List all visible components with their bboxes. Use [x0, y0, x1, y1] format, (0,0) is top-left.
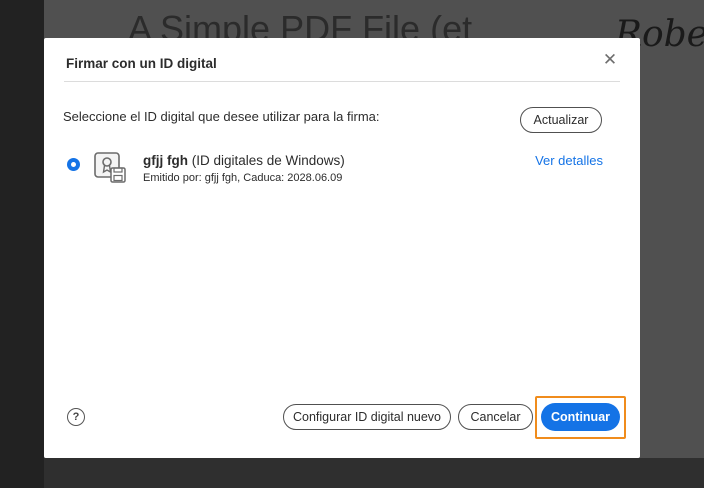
view-details-link[interactable]: Ver detalles	[535, 153, 603, 168]
dialog-header: Firmar con un ID digital ✕	[64, 38, 620, 82]
id-store: (ID digitales de Windows)	[191, 153, 345, 168]
select-id-prompt: Seleccione el ID digital que desee utili…	[63, 109, 380, 124]
digital-id-item[interactable]: gfjj fgh (ID digitales de Windows) Emiti…	[64, 152, 620, 192]
refresh-button[interactable]: Actualizar	[520, 107, 602, 133]
bottom-band	[44, 458, 704, 488]
configure-new-id-button[interactable]: Configurar ID digital nuevo	[283, 404, 451, 430]
id-name: gfjj fgh	[143, 153, 188, 168]
id-name-line: gfjj fgh (ID digitales de Windows)	[143, 153, 345, 168]
certificate-icon	[94, 152, 130, 184]
dialog-title: Firmar con un ID digital	[66, 56, 217, 71]
help-icon[interactable]: ?	[67, 408, 85, 426]
id-issuer-expiry: Emitido por: gfjj fgh, Caduca: 2028.06.0…	[143, 172, 343, 184]
continue-button[interactable]: Continuar	[541, 403, 620, 431]
left-panel	[0, 0, 44, 488]
close-icon[interactable]: ✕	[602, 51, 618, 68]
id-radio-button[interactable]	[67, 158, 80, 171]
cancel-button[interactable]: Cancelar	[458, 404, 533, 430]
sign-dialog: Firmar con un ID digital ✕ Seleccione el…	[44, 38, 640, 458]
